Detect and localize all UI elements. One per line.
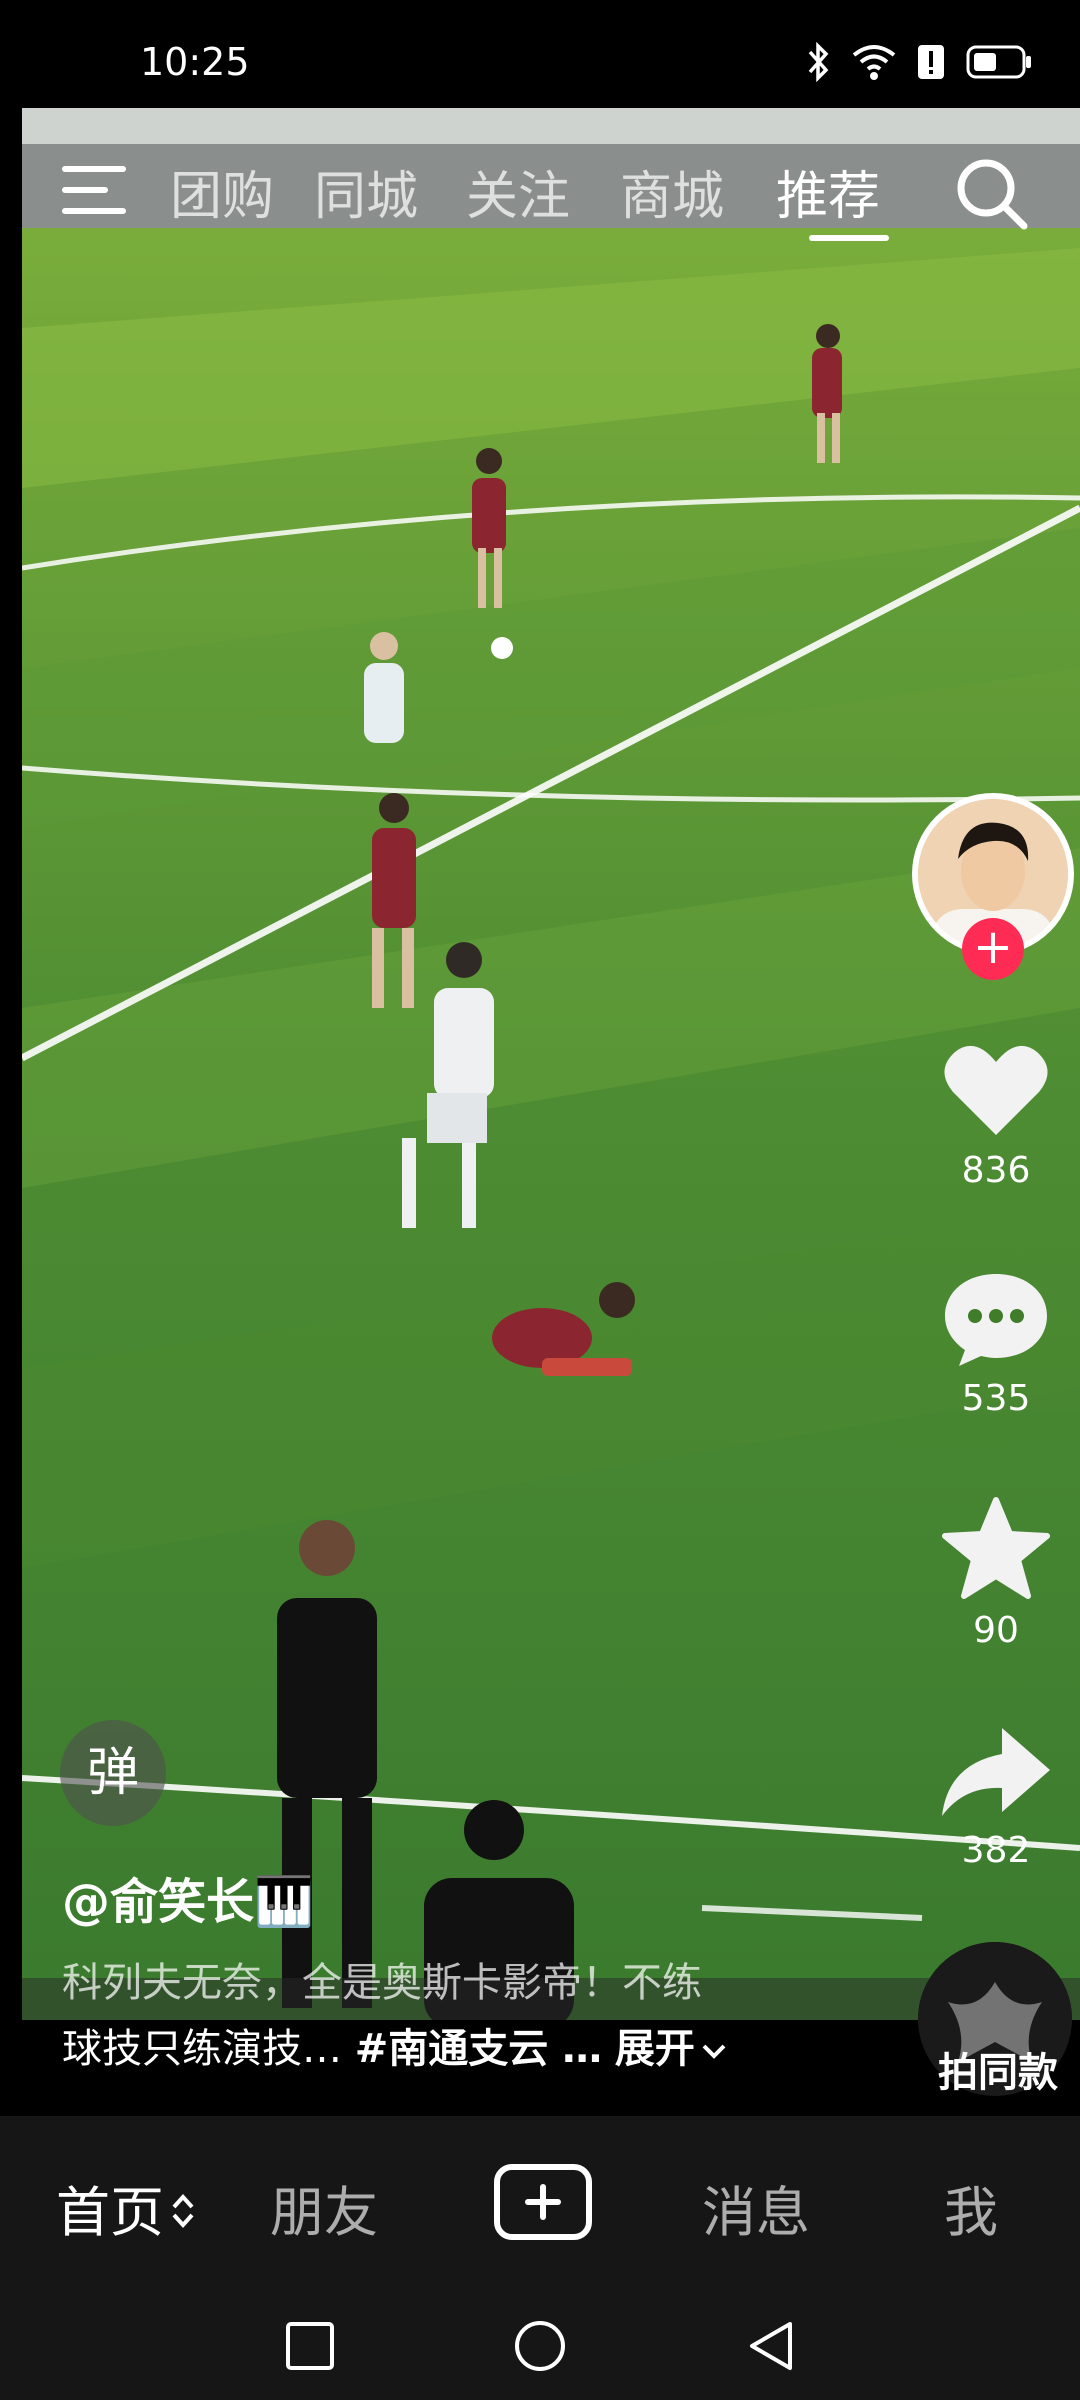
favorite-button[interactable]: 90 [926, 1496, 1066, 1651]
caption-line-2: 球技只练演技… #南通支云 … 展开 [62, 2016, 782, 2082]
share-count: 382 [961, 1830, 1031, 1871]
use-template-label[interactable]: 拍同款 [938, 2040, 1058, 2098]
expand-label: 展开 [614, 2026, 695, 2072]
nav-messages[interactable]: 消息 [702, 2168, 810, 2247]
tab-following[interactable]: 关注 [466, 154, 570, 229]
video-frame-soccer-field [22, 108, 1080, 2020]
tab-local[interactable]: 同城 [314, 154, 418, 229]
hashtag-link[interactable]: #南通支云 … [355, 2026, 602, 2072]
plus-icon [525, 2184, 561, 2220]
status-icons [806, 42, 1032, 82]
swap-arrows-icon [172, 2194, 194, 2228]
share-button[interactable]: 382 [926, 1724, 1066, 1871]
nav-friends[interactable]: 朋友 [270, 2168, 378, 2247]
favorite-count: 90 [973, 1610, 1019, 1651]
caption-line-1: 科列夫无奈，全是奥斯卡影帝！不练 [62, 1960, 702, 2006]
caption-text: 球技只练演技… [62, 2026, 355, 2072]
back-icon[interactable] [744, 2318, 800, 2374]
nav-home-label: 首页 [56, 2181, 164, 2244]
expand-button[interactable]: 展开 [615, 2026, 727, 2072]
create-button[interactable] [494, 2164, 592, 2240]
author-name[interactable]: @俞笑长🎹 [62, 1862, 314, 1932]
nav-me[interactable]: 我 [944, 2168, 998, 2247]
star-icon [942, 1497, 1050, 1599]
tab-recommend[interactable]: 推荐 [776, 154, 880, 229]
bluetooth-icon [808, 42, 829, 82]
alert-icon [918, 45, 944, 79]
wifi-icon [852, 45, 896, 80]
comment-count: 535 [961, 1378, 1031, 1419]
status-time: 10:25 [140, 40, 250, 84]
battery-icon [966, 45, 1031, 79]
nav-home[interactable]: 首页 [56, 2168, 196, 2247]
menu-icon[interactable] [62, 160, 132, 220]
home-icon[interactable] [512, 2318, 568, 2374]
heart-icon [944, 1045, 1048, 1135]
chevron-down-icon [702, 2044, 726, 2059]
status-bar: 10:25 [0, 0, 1080, 108]
system-nav-bar [0, 2296, 1080, 2400]
video-caption[interactable]: 科列夫无奈，全是奥斯卡影帝！不练 球技只练演技… #南通支云 … 展开 [62, 1950, 782, 2082]
comment-button[interactable]: 535 [926, 1268, 1066, 1419]
top-tabs: 团购 同城 关注 商城 推荐 [22, 140, 1080, 250]
video-player[interactable] [22, 108, 1080, 2020]
active-tab-indicator [809, 235, 889, 241]
tab-group-buy[interactable]: 团购 [170, 154, 274, 229]
danmaku-toggle[interactable]: 弹 [60, 1720, 166, 1826]
like-count: 836 [961, 1150, 1031, 1191]
like-button[interactable]: 836 [926, 1040, 1066, 1191]
share-icon [942, 1728, 1050, 1816]
comment-icon [945, 1274, 1047, 1366]
search-icon[interactable] [952, 154, 1032, 234]
bottom-nav: 首页 朋友 消息 我 [0, 2116, 1080, 2296]
follow-button[interactable]: + [962, 918, 1024, 980]
tab-mall[interactable]: 商城 [620, 154, 724, 229]
recents-icon[interactable] [282, 2318, 338, 2374]
